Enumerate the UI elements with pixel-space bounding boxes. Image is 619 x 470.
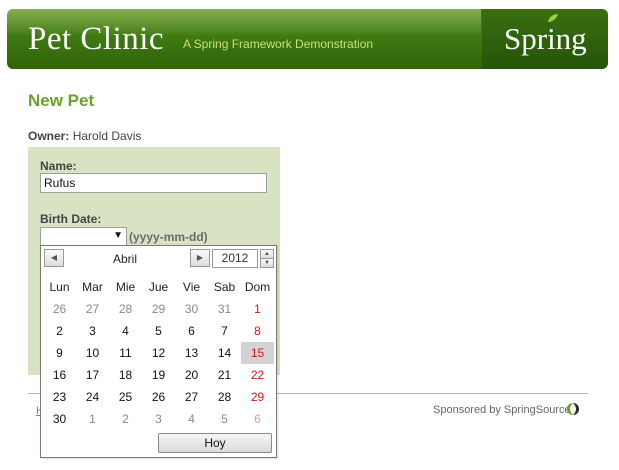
- calendar-grid: Lun Mar Mie Jue Vie Sab Dom 26 27 28 29 …: [43, 276, 274, 430]
- owner-row: Owner: Harold Davis: [28, 129, 141, 143]
- month-label: Abril: [113, 252, 138, 266]
- calendar-day[interactable]: 22: [241, 364, 274, 386]
- calendar-day[interactable]: 16: [43, 364, 76, 386]
- date-picker-popup: ◀ Abril ▶ 2012 ▲ ▼ Lun Mar Mie Jue Vie S…: [40, 245, 277, 458]
- week-row: 23 24 25 26 27 28 29: [43, 386, 274, 408]
- today-button[interactable]: Hoy: [158, 433, 272, 453]
- calendar-day[interactable]: 12: [142, 342, 175, 364]
- calendar-day[interactable]: 26: [43, 298, 76, 320]
- calendar-day[interactable]: 4: [109, 320, 142, 342]
- weekday-label: Lun: [49, 280, 70, 294]
- owner-name: Harold Davis: [72, 129, 142, 143]
- weekday-label: Mar: [82, 280, 103, 294]
- calendar-day[interactable]: 6: [175, 320, 208, 342]
- spin-down-icon: ▼: [264, 260, 270, 266]
- calendar-day[interactable]: 18: [109, 364, 142, 386]
- calendar-day[interactable]: 29: [142, 298, 175, 320]
- calendar-day[interactable]: 27: [175, 386, 208, 408]
- calendar-day[interactable]: 21: [208, 364, 241, 386]
- calendar-day[interactable]: 29: [241, 386, 274, 408]
- sponsored-text: Sponsored by SpringSource: [433, 404, 571, 416]
- calendar-day[interactable]: 5: [208, 408, 241, 430]
- calendar-day[interactable]: 6: [241, 408, 274, 430]
- calendar-day[interactable]: 7: [208, 320, 241, 342]
- calendar-day[interactable]: 1: [241, 298, 274, 320]
- calendar-day[interactable]: 28: [208, 386, 241, 408]
- calendar-day[interactable]: 1: [76, 408, 109, 430]
- calendar-day[interactable]: 19: [142, 364, 175, 386]
- spring-logo: Spring: [504, 21, 587, 56]
- calendar-day[interactable]: 2: [43, 320, 76, 342]
- springsource-logo-icon: [567, 403, 579, 415]
- week-row: 2 3 4 5 6 7 8: [43, 320, 274, 342]
- year-down-button[interactable]: ▼: [260, 258, 274, 268]
- spring-logo-panel: Spring: [481, 9, 608, 69]
- calendar-day[interactable]: 9: [43, 342, 76, 364]
- calendar-day[interactable]: 20: [175, 364, 208, 386]
- calendar-day[interactable]: 14: [208, 342, 241, 364]
- calendar-day[interactable]: 31: [208, 298, 241, 320]
- spin-up-icon: ▲: [264, 251, 270, 257]
- date-format-hint: (yyyy-mm-dd): [129, 230, 208, 244]
- dropdown-arrow-icon: ▼: [113, 230, 123, 241]
- weekday-label: Vie: [182, 280, 201, 294]
- birth-date-label: Birth Date:: [40, 212, 102, 226]
- week-row: 9 10 11 12 13 14 15: [43, 342, 274, 364]
- calendar-day[interactable]: 30: [175, 298, 208, 320]
- year-input[interactable]: 2012: [212, 249, 258, 268]
- calendar-day[interactable]: 3: [76, 320, 109, 342]
- weekday-header-row: Lun Mar Mie Jue Vie Sab Dom: [43, 276, 274, 298]
- weekday-label: Jue: [148, 280, 169, 294]
- weekday-label: Mie: [115, 280, 136, 294]
- owner-label: Owner:: [28, 129, 70, 143]
- calendar-day[interactable]: 5: [142, 320, 175, 342]
- header-banner: Pet Clinic A Spring Framework Demonstrat…: [7, 9, 608, 69]
- name-label: Name:: [40, 159, 77, 173]
- week-row: 16 17 18 19 20 21 22: [43, 364, 274, 386]
- calendar-day[interactable]: 3: [142, 408, 175, 430]
- arrow-left-icon: ◀: [50, 253, 58, 262]
- calendar-day-selected[interactable]: 15: [241, 342, 274, 364]
- calendar-day[interactable]: 28: [109, 298, 142, 320]
- calendar-day[interactable]: 25: [109, 386, 142, 408]
- prev-month-button[interactable]: ◀: [44, 249, 64, 267]
- calendar-day[interactable]: 11: [109, 342, 142, 364]
- app-title: Pet Clinic: [28, 21, 165, 57]
- birth-date-select[interactable]: ▼: [40, 227, 127, 246]
- name-input[interactable]: Rufus: [40, 173, 267, 193]
- calendar-day[interactable]: 26: [142, 386, 175, 408]
- week-row: 26 27 28 29 30 31 1: [43, 298, 274, 320]
- calendar-day[interactable]: 13: [175, 342, 208, 364]
- arrow-right-icon: ▶: [196, 253, 204, 262]
- calendar-day[interactable]: 23: [43, 386, 76, 408]
- calendar-day[interactable]: 2: [109, 408, 142, 430]
- weekday-label: Sab: [213, 280, 236, 294]
- calendar-day[interactable]: 10: [76, 342, 109, 364]
- calendar-day[interactable]: 4: [175, 408, 208, 430]
- calendar-day[interactable]: 24: [76, 386, 109, 408]
- calendar-day[interactable]: 17: [76, 364, 109, 386]
- calendar-day[interactable]: 27: [76, 298, 109, 320]
- calendar-day[interactable]: 8: [241, 320, 274, 342]
- app-subtitle: A Spring Framework Demonstration: [183, 37, 374, 51]
- week-row: 30 1 2 3 4 5 6: [43, 408, 274, 430]
- calendar-day[interactable]: 30: [43, 408, 76, 430]
- next-month-button[interactable]: ▶: [190, 249, 210, 267]
- weekday-label: Dom: [244, 280, 271, 294]
- page-title: New Pet: [28, 91, 95, 110]
